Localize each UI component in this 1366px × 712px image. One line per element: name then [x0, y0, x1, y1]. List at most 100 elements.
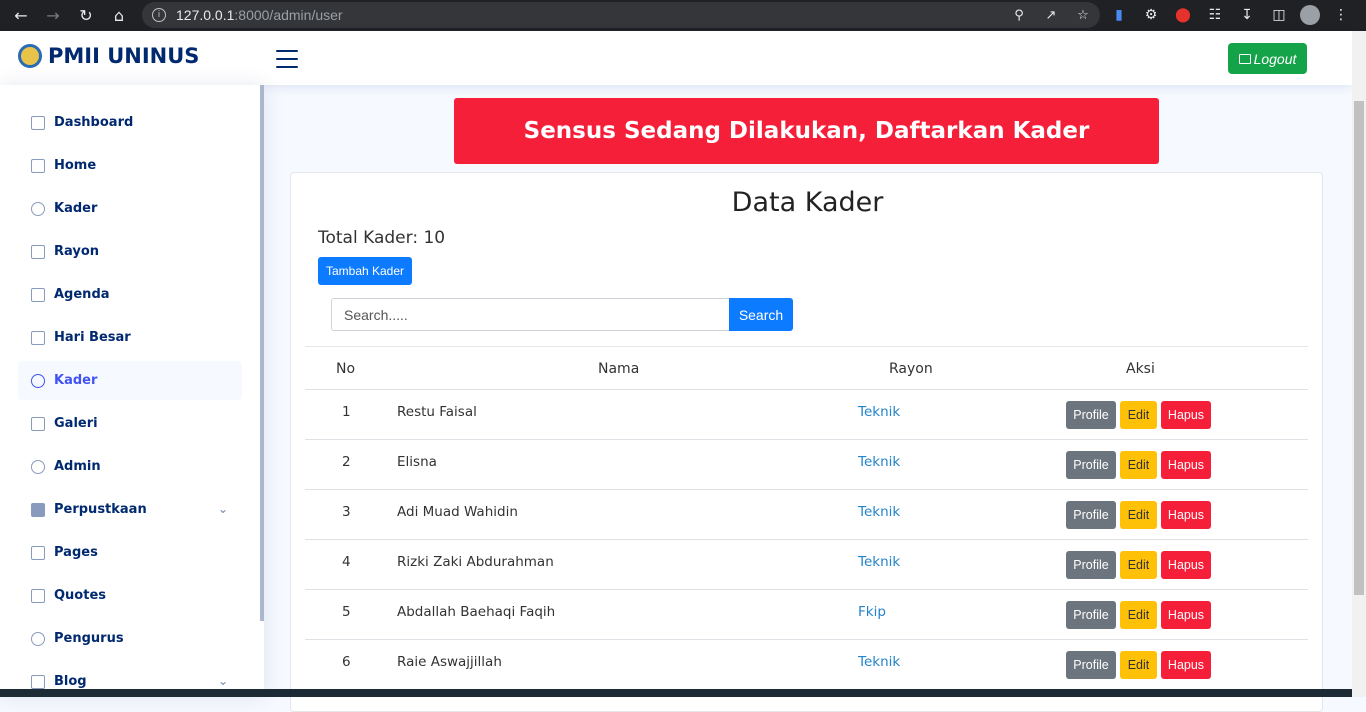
sidebar-item-kader[interactable]: Kader — [18, 189, 242, 228]
profile-button[interactable]: Profile — [1066, 651, 1116, 679]
edit-button[interactable]: Edit — [1120, 451, 1157, 479]
side-panel-icon[interactable]: ◫ — [1268, 3, 1290, 27]
sidebar-item-pengurus[interactable]: Pengurus — [18, 619, 242, 658]
delete-button[interactable]: Hapus — [1161, 551, 1211, 579]
table-row: 5 Abdallah Baehaqi Faqih Fkip Profile Ed… — [305, 590, 1308, 640]
brand-name: PMII UNINUS — [48, 44, 200, 68]
extension-gear-icon[interactable]: ⚙ — [1140, 3, 1162, 27]
pages-icon — [31, 545, 45, 560]
search-input[interactable]: Search..... — [331, 298, 731, 331]
house-icon — [31, 158, 45, 173]
profile-button[interactable]: Profile — [1066, 551, 1116, 579]
row-rayon-link[interactable]: Fkip — [858, 604, 886, 620]
delete-button[interactable]: Hapus — [1161, 451, 1211, 479]
sidebar-item-quotes[interactable]: Quotes — [18, 576, 242, 615]
sidebar-item-rayon[interactable]: Rayon — [18, 232, 242, 271]
sidebar-item-agenda[interactable]: Agenda — [18, 275, 242, 314]
download-icon[interactable]: ↧ — [1236, 3, 1258, 27]
extensions-puzzle-icon[interactable]: ☷ — [1204, 3, 1226, 27]
column-header-rayon: Rayon — [889, 361, 933, 377]
logout-label: Logout — [1253, 50, 1297, 67]
logout-button[interactable]: Logout — [1228, 43, 1307, 74]
hamburger-menu-icon[interactable] — [276, 50, 298, 68]
search-button[interactable]: Search — [729, 298, 793, 331]
profile-button[interactable]: Profile — [1066, 501, 1116, 529]
row-no: 5 — [342, 604, 351, 620]
sidebar-item-hari-besar[interactable]: Hari Besar — [18, 318, 242, 357]
layers-icon — [31, 244, 45, 259]
page-scrollbar[interactable] — [1352, 31, 1366, 697]
people-icon — [31, 459, 45, 474]
row-nama: Raie Aswajjillah — [397, 654, 502, 670]
reload-icon[interactable]: ↻ — [73, 2, 99, 28]
chevron-down-icon[interactable]: ⌄ — [218, 502, 228, 516]
sidebar-item-dashboard[interactable]: Dashboard — [18, 103, 242, 142]
edit-button[interactable]: Edit — [1120, 501, 1157, 529]
sidebar-item-admin[interactable]: Admin — [18, 447, 242, 486]
sidebar-item-pages[interactable]: Pages — [18, 533, 242, 572]
table-header: No Nama Rayon Aksi — [305, 346, 1308, 390]
sidebar-item-label: Pages — [54, 545, 98, 560]
address-bar[interactable]: i 127.0.0.1:8000/admin/user ⚲ ↗ ☆ — [142, 2, 1100, 28]
sidebar-item-kader-active[interactable]: Kader — [18, 361, 242, 400]
star-icon[interactable]: ☆ — [1074, 6, 1092, 24]
scrollbar-thumb[interactable] — [1354, 101, 1364, 595]
back-icon[interactable]: ← — [8, 2, 34, 28]
edit-button[interactable]: Edit — [1120, 551, 1157, 579]
row-rayon-link[interactable]: Teknik — [858, 404, 900, 420]
menu-kebab-icon[interactable]: ⋮ — [1330, 3, 1352, 27]
row-rayon-link[interactable]: Teknik — [858, 454, 900, 470]
table-row: 2 Elisna Teknik Profile Edit Hapus — [305, 440, 1308, 490]
delete-button[interactable]: Hapus — [1161, 401, 1211, 429]
row-rayon-link[interactable]: Teknik — [858, 654, 900, 670]
profile-button[interactable]: Profile — [1066, 451, 1116, 479]
delete-button[interactable]: Hapus — [1161, 501, 1211, 529]
column-header-aksi: Aksi — [1126, 361, 1155, 377]
delete-button[interactable]: Hapus — [1161, 651, 1211, 679]
column-header-nama: Nama — [598, 361, 640, 377]
book-icon — [31, 502, 45, 517]
share-icon[interactable]: ↗ — [1042, 6, 1060, 24]
sidebar-item-perpustkaan[interactable]: Perpustkaan ⌄ — [18, 490, 242, 529]
total-count: Total Kader: 10 — [318, 228, 446, 248]
row-rayon-link[interactable]: Teknik — [858, 504, 900, 520]
sidebar-item-galeri[interactable]: Galeri — [18, 404, 242, 443]
zoom-icon[interactable]: ⚲ — [1010, 6, 1028, 24]
sidebar-item-home[interactable]: Home — [18, 146, 242, 185]
sidebar-item-label: Rayon — [54, 244, 100, 259]
url-path: :8000/admin/user — [234, 7, 343, 23]
brand-logo[interactable]: PMII UNINUS — [18, 44, 199, 68]
home-icon[interactable]: ⌂ — [106, 2, 132, 28]
site-info-icon[interactable]: i — [152, 8, 166, 22]
forward-icon[interactable]: → — [40, 2, 66, 28]
extension-doc-icon[interactable]: ▮ — [1108, 3, 1130, 27]
profile-button[interactable]: Profile — [1066, 401, 1116, 429]
browser-toolbar: ← → ↻ ⌂ i 127.0.0.1:8000/admin/user ⚲ ↗ … — [0, 0, 1366, 31]
edit-button[interactable]: Edit — [1120, 401, 1157, 429]
sidebar-item-label: Blog — [54, 674, 87, 689]
extension-record-icon[interactable]: ⬤ — [1172, 3, 1194, 27]
profile-avatar[interactable] — [1300, 5, 1320, 25]
calendar-icon — [31, 287, 45, 302]
image-icon — [31, 416, 45, 431]
profile-button[interactable]: Profile — [1066, 601, 1116, 629]
chevron-down-icon[interactable]: ⌄ — [218, 674, 228, 688]
logout-icon — [1238, 53, 1251, 64]
os-taskbar — [0, 689, 1352, 697]
edit-button[interactable]: Edit — [1120, 651, 1157, 679]
bookmark-icon — [31, 330, 45, 345]
sidebar-item-label: Pengurus — [54, 631, 124, 646]
kader-table: No Nama Rayon Aksi 1 Restu Faisal Teknik… — [305, 346, 1308, 690]
row-rayon-link[interactable]: Teknik — [858, 554, 900, 570]
sidebar-item-label: Quotes — [54, 588, 107, 603]
delete-button[interactable]: Hapus — [1161, 601, 1211, 629]
row-no: 1 — [342, 404, 351, 420]
sidebar-item-label: Agenda — [54, 287, 110, 302]
sidebar-scrollbar[interactable] — [260, 85, 264, 621]
row-nama: Abdallah Baehaqi Faqih — [397, 604, 556, 620]
sidebar-item-label: Dashboard — [54, 115, 134, 130]
census-banner[interactable]: Sensus Sedang Dilakukan, Daftarkan Kader — [454, 98, 1159, 164]
add-kader-button[interactable]: Tambah Kader — [318, 257, 412, 285]
person-lines-icon — [31, 631, 45, 646]
edit-button[interactable]: Edit — [1120, 601, 1157, 629]
